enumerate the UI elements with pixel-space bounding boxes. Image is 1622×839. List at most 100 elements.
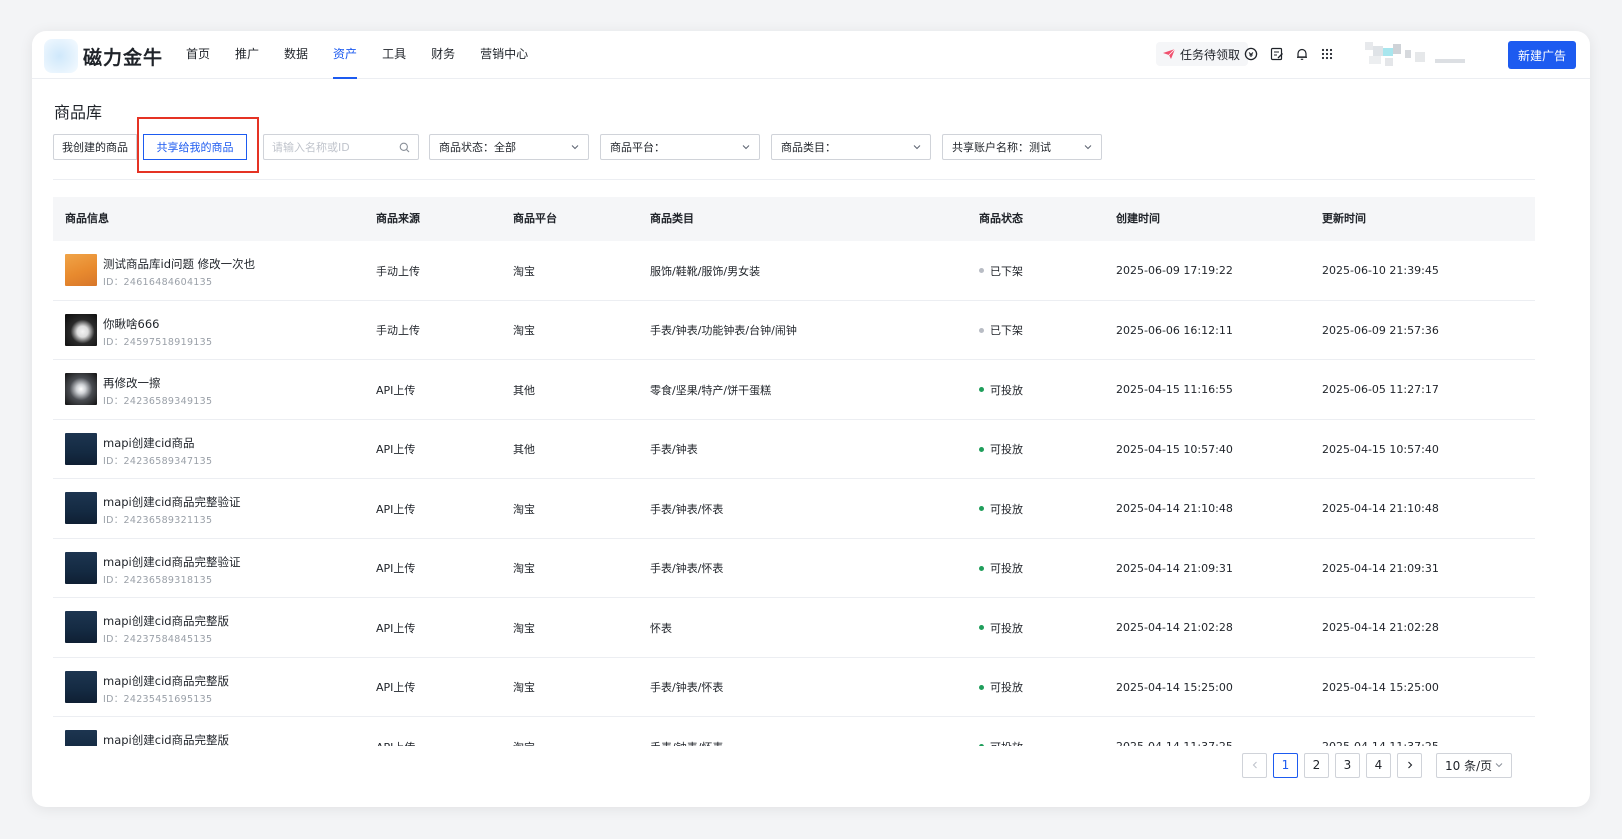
product-thumbnail	[65, 254, 97, 286]
product-name[interactable]: mapi创建cid商品完整版	[103, 613, 229, 629]
page-button[interactable]: 1	[1273, 752, 1298, 778]
cell-source: API上传	[376, 443, 416, 456]
paper-plane-icon	[1163, 48, 1176, 59]
divider	[53, 179, 1535, 180]
status-select-label: 商品状态：全部	[439, 141, 516, 154]
product-name[interactable]: mapi创建cid商品完整验证	[103, 494, 241, 510]
page-button[interactable]: 4	[1366, 752, 1391, 778]
nav-item[interactable]: 推广	[235, 31, 259, 79]
product-thumbnail	[65, 670, 97, 703]
grid-apps-icon[interactable]	[1320, 47, 1334, 61]
prev-page-button[interactable]	[1242, 752, 1267, 778]
page-size-select[interactable]: 10 条/页	[1436, 752, 1512, 778]
cell-source: API上传	[376, 681, 416, 694]
product-id: ID：24616484604135	[103, 277, 213, 288]
table-row[interactable]: mapi创建cid商品完整版 ID：24237584845135 API上传 淘宝 怀表…	[53, 598, 1535, 658]
product-id: ID：24237584845135	[103, 634, 213, 645]
shared-account-select[interactable]: 共享账户名称：测试	[942, 134, 1102, 160]
nav-item[interactable]: 工具	[382, 31, 406, 79]
new-ad-button[interactable]: 新建广告	[1508, 41, 1576, 69]
table-row[interactable]: 你瞅啥666 ID：24597518919135 手动上传 淘宝 手表/钟表/功能钟表/…	[53, 301, 1535, 360]
cell-updated: 2025-06-10 21:39:45	[1322, 264, 1439, 277]
page-button[interactable]: 3	[1335, 752, 1360, 778]
highlight-box	[137, 117, 259, 173]
cell-platform: 其他	[513, 383, 535, 397]
product-id: ID：24236589318135	[103, 574, 213, 586]
status-dot	[979, 327, 984, 333]
task-pending-button[interactable]: 任务待领取	[1156, 42, 1249, 66]
cell-created: 2025-06-09 17:19:22	[1116, 264, 1233, 277]
category-select[interactable]: 商品类目：	[771, 134, 931, 160]
nav-item[interactable]: 数据	[284, 31, 308, 79]
cell-category: 手表/钟表/怀表	[650, 562, 724, 575]
cell-updated: 2025-04-15 10:57:40	[1322, 442, 1439, 456]
nav-item[interactable]: 资产	[333, 31, 358, 79]
product-name[interactable]: 你瞅啥666	[103, 316, 159, 332]
brand-name: 磁力金牛	[83, 47, 164, 69]
cell-category: 手表/钟表/怀表	[650, 717, 723, 747]
status-label: 可投放	[990, 562, 1023, 575]
product-name[interactable]: 测试商品库id问题 修改一次也	[103, 256, 255, 272]
table-row[interactable]: mapi创建cid商品完整验证 ID：24236589318135 API上传 淘宝 手…	[53, 539, 1535, 598]
cell-platform: 淘宝	[513, 324, 535, 337]
cell-category: 怀表	[650, 621, 672, 635]
cell-status: 已下架	[979, 301, 1023, 360]
page-size-label: 10 条/页	[1445, 758, 1493, 773]
search-input[interactable]: 请输入名称或ID	[263, 134, 419, 160]
table-row[interactable]: mapi创建cid商品完整版 ID：24235451695135 API上传 淘宝 手表…	[53, 658, 1535, 717]
nav-item[interactable]: 财务	[431, 31, 455, 79]
platform-select[interactable]: 商品平台：	[600, 134, 760, 160]
product-name[interactable]: 再修改一擦	[103, 375, 161, 391]
chevron-right-icon	[1407, 761, 1412, 769]
status-dot	[979, 684, 984, 690]
cell-category: 零食/坚果/特产/饼干蛋糕	[650, 383, 772, 397]
table-row[interactable]: 测试商品库id问题 修改一次也 ID：24616484604135 手动上传 淘宝 服饰…	[53, 241, 1535, 301]
status-dot	[979, 565, 984, 571]
nav-menu: 首页 推广 数据 资产 工具 财务 营销中心	[186, 31, 553, 79]
table-row[interactable]: mapi创建cid商品完整版 API上传 淘宝 手表/钟表/怀表 2025-04-14 …	[53, 717, 1535, 746]
table-row[interactable]: mapi创建cid商品完整验证 ID：24236589321135 API上传 淘宝 手…	[53, 479, 1535, 539]
cell-updated: 2025-04-14 21:02:28	[1322, 621, 1439, 634]
next-page-button[interactable]	[1397, 752, 1422, 778]
bell-icon[interactable]	[1295, 47, 1309, 61]
dollar-icon[interactable]	[1244, 47, 1258, 61]
cell-status: 可投放	[979, 717, 1023, 746]
status-dot	[979, 625, 984, 630]
nav-item[interactable]: 营销中心	[480, 31, 528, 79]
chevron-down-icon	[1084, 145, 1092, 150]
column-header: 创建时间	[1116, 212, 1160, 225]
status-label: 可投放	[990, 739, 1023, 747]
nav-item[interactable]: 首页	[186, 31, 210, 79]
edit-note-icon[interactable]	[1270, 47, 1284, 61]
cell-category: 手表/钟表/怀表	[650, 681, 724, 694]
cell-created: 2025-04-14 21:09:31	[1116, 561, 1233, 575]
product-name[interactable]: mapi创建cid商品	[103, 435, 195, 451]
cell-source: 手动上传	[376, 264, 420, 278]
product-name[interactable]: mapi创建cid商品完整版	[103, 732, 229, 746]
product-name[interactable]: mapi创建cid商品完整版	[103, 673, 229, 689]
cell-created: 2025-04-15 10:57:40	[1116, 442, 1233, 456]
cell-category: 手表/钟表	[650, 443, 698, 456]
app-window: 磁力金牛 首页 推广 数据 资产 工具 财务 营销中心 任务待领取 新建广告 商…	[32, 31, 1590, 807]
cell-updated: 2025-04-14 21:09:31	[1322, 561, 1439, 575]
status-select[interactable]: 商品状态：全部	[429, 134, 589, 160]
status-label: 已下架	[990, 324, 1023, 337]
column-header: 商品信息	[65, 212, 109, 225]
cell-source: API上传	[376, 621, 416, 635]
task-pending-label: 任务待领取	[1180, 47, 1241, 62]
column-header: 商品状态	[979, 212, 1023, 225]
cell-updated: 2025-06-09 21:57:36	[1322, 323, 1439, 337]
account-avatar[interactable]	[1365, 42, 1477, 68]
product-thumbnail	[65, 730, 97, 746]
shared-account-select-label: 共享账户名称：测试	[952, 141, 1051, 154]
column-header: 商品来源	[376, 212, 420, 225]
cell-source: API上传	[376, 383, 416, 397]
product-name[interactable]: mapi创建cid商品完整验证	[103, 554, 241, 570]
page-button[interactable]: 2	[1304, 752, 1329, 778]
table-row[interactable]: mapi创建cid商品 ID：24236589347135 API上传 其他 手表/钟表…	[53, 420, 1535, 479]
table-row[interactable]: 再修改一擦 ID：24236589349135 API上传 其他 零食/坚果/特产/饼干…	[53, 360, 1535, 420]
product-thumbnail	[65, 492, 97, 524]
product-thumbnail	[65, 551, 97, 584]
cell-source: API上传	[376, 502, 416, 516]
tab-my-products[interactable]: 我创建的商品	[53, 134, 137, 160]
